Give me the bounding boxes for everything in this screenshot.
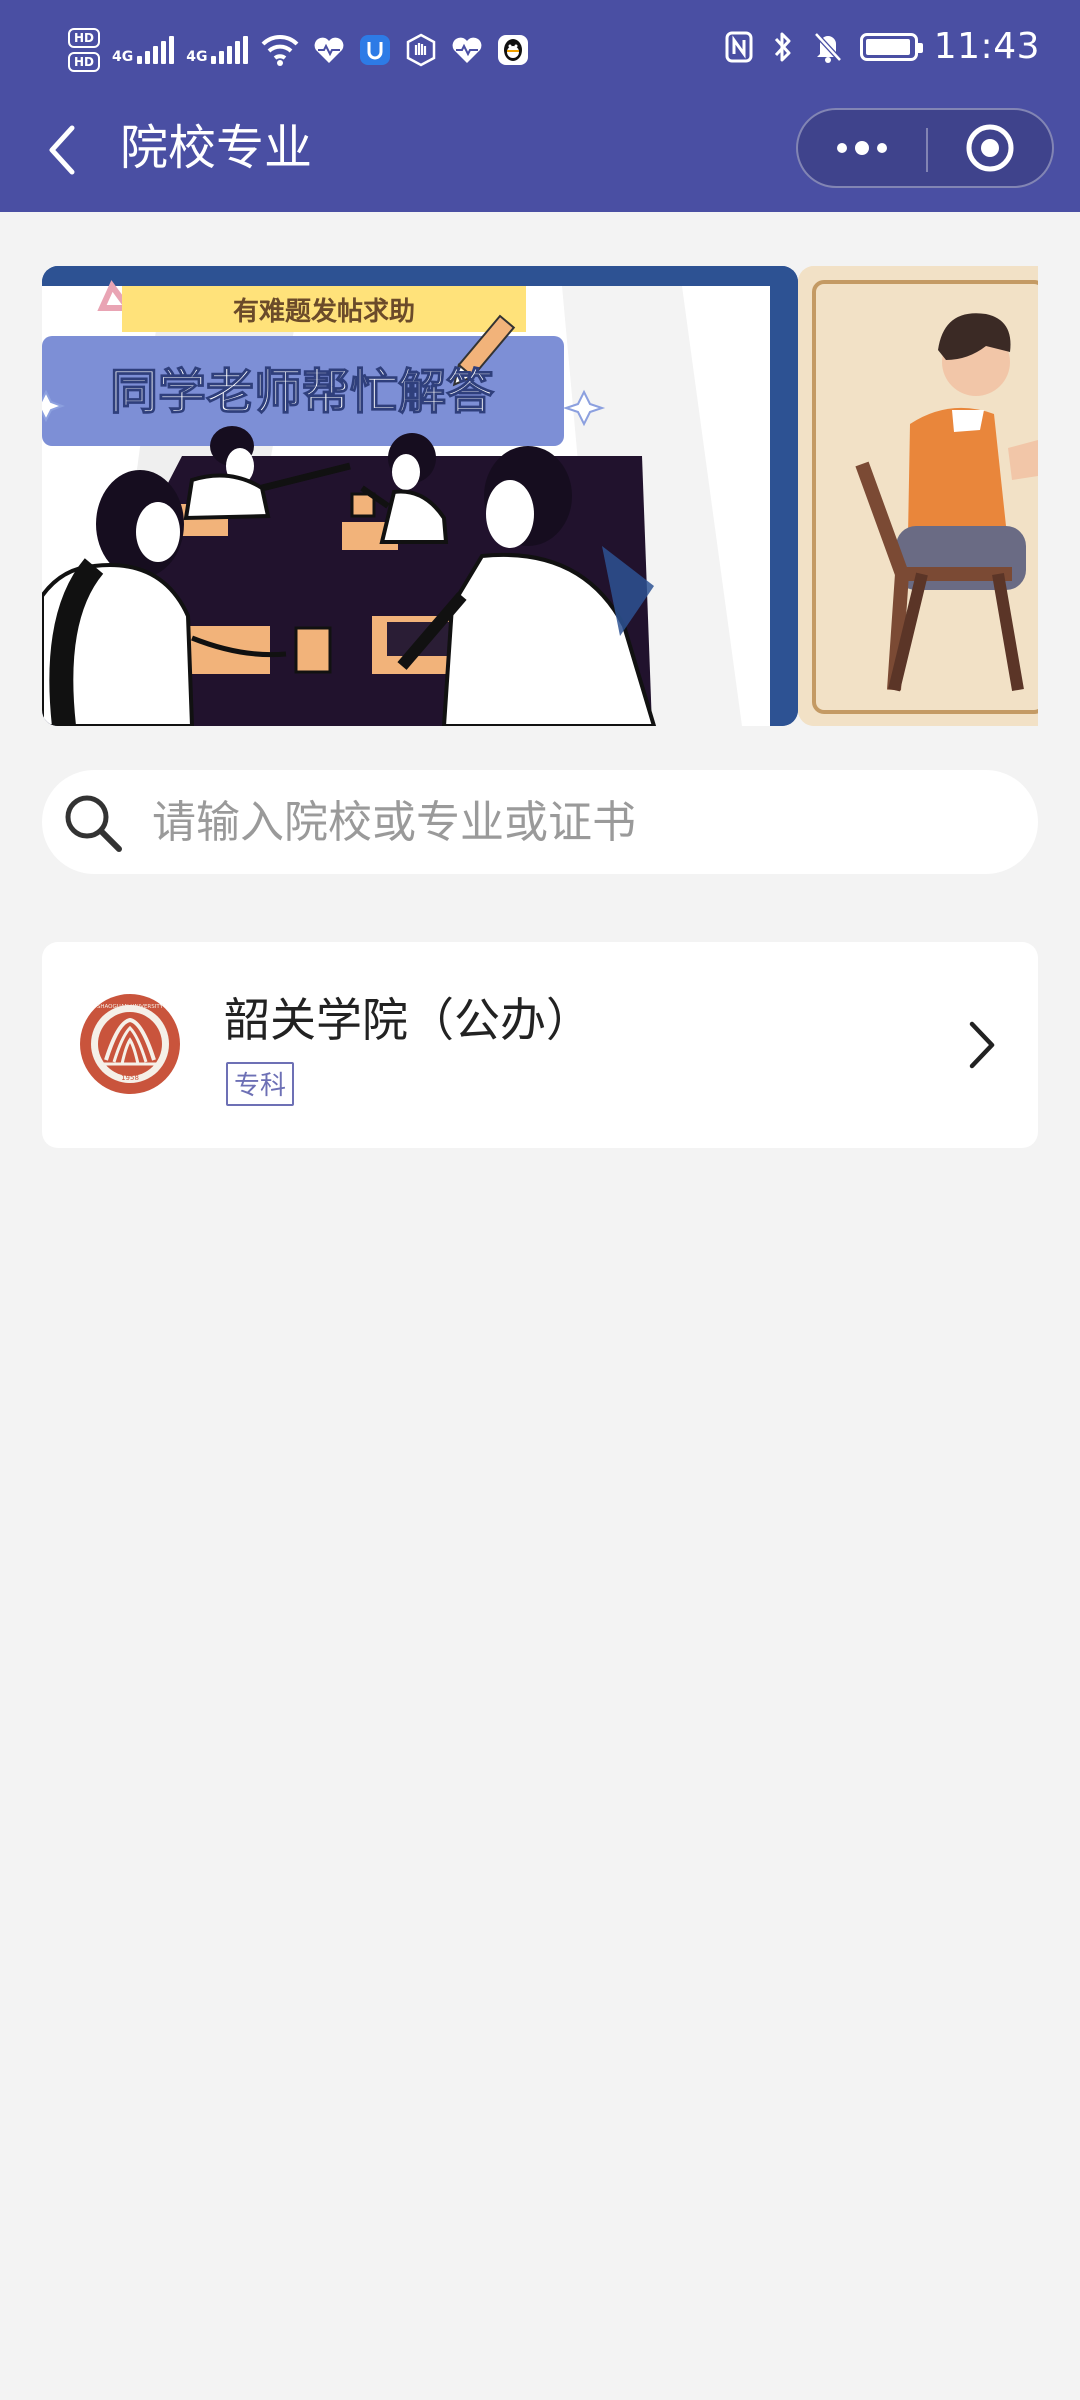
search-input[interactable] xyxy=(150,794,1014,852)
search-bar[interactable] xyxy=(42,770,1038,874)
more-button[interactable] xyxy=(798,110,926,186)
school-logo: 1958 SHAOGUAN UNIVERSITY xyxy=(80,994,180,1094)
more-dots-icon xyxy=(837,141,887,155)
network-label-2: 4G xyxy=(186,49,208,65)
hand-shield-icon xyxy=(407,33,436,67)
banner-next-slide[interactable] xyxy=(798,266,1038,726)
status-time: 11:43 xyxy=(933,26,1040,67)
status-right: 11:43 xyxy=(724,26,1040,67)
school-logo-year: 1958 xyxy=(121,1074,139,1082)
back-arrow-icon xyxy=(49,125,75,175)
mini-program-capsule xyxy=(796,108,1054,188)
signal-group-1: 4G xyxy=(112,36,175,65)
banner-headline: 同学老师帮忙解答 xyxy=(110,364,495,420)
page-title: 院校专业 xyxy=(120,120,313,176)
banner-subtitle: 有难题发帖求助 xyxy=(233,296,415,327)
hd-indicators: HD HD xyxy=(68,28,101,72)
navigation-bar: 院校专业 xyxy=(0,104,1080,212)
next-slide-illustration xyxy=(798,266,1038,726)
header: HD HD 4G 4G 11:43 院校专业 xyxy=(0,0,1080,212)
nfc-icon xyxy=(725,31,753,62)
school-list-item[interactable]: 1958 SHAOGUAN UNIVERSITY 韶关学院（公办） 专科 xyxy=(42,942,1038,1148)
banner-slide[interactable]: 有难题发帖求助 同学老师帮忙解答 xyxy=(42,266,798,726)
hd-badge-1: HD xyxy=(68,28,101,48)
app-badge-icon xyxy=(360,35,391,65)
search-icon xyxy=(65,795,122,852)
qq-icon xyxy=(498,35,529,65)
status-left: HD HD 4G 4G xyxy=(68,28,530,72)
health-heart-icon xyxy=(315,37,344,63)
school-level-tag: 专科 xyxy=(226,1062,295,1106)
wifi-icon xyxy=(262,34,299,66)
close-miniprogram-button[interactable] xyxy=(928,110,1052,186)
screen: HD HD 4G 4G 11:43 院校专业 有难题发帖求助 同学老师帮忙解答 … xyxy=(0,0,1080,2400)
school-name: 韶关学院（公办） xyxy=(224,993,592,1047)
school-logo-text: SHAOGUAN UNIVERSITY xyxy=(97,1004,164,1010)
network-label-1: 4G xyxy=(112,49,134,65)
signal-icon xyxy=(137,36,175,64)
heart-rate-icon xyxy=(453,37,482,63)
banner-illustration: 有难题发帖求助 同学老师帮忙解答 xyxy=(42,266,798,726)
signal-group-2: 4G xyxy=(186,36,249,65)
chevron-right-icon xyxy=(969,1021,995,1069)
mute-bell-icon xyxy=(813,31,842,63)
school-list: 1958 SHAOGUAN UNIVERSITY 韶关学院（公办） 专科 xyxy=(42,942,1038,1148)
signal-icon xyxy=(211,36,249,64)
bluetooth-icon xyxy=(774,32,791,61)
hd-badge-2: HD xyxy=(68,52,101,72)
back-button[interactable] xyxy=(34,122,90,178)
battery-icon xyxy=(859,32,923,61)
target-circle-icon xyxy=(966,124,1014,172)
status-bar: HD HD 4G 4G 11:43 xyxy=(0,0,1080,104)
